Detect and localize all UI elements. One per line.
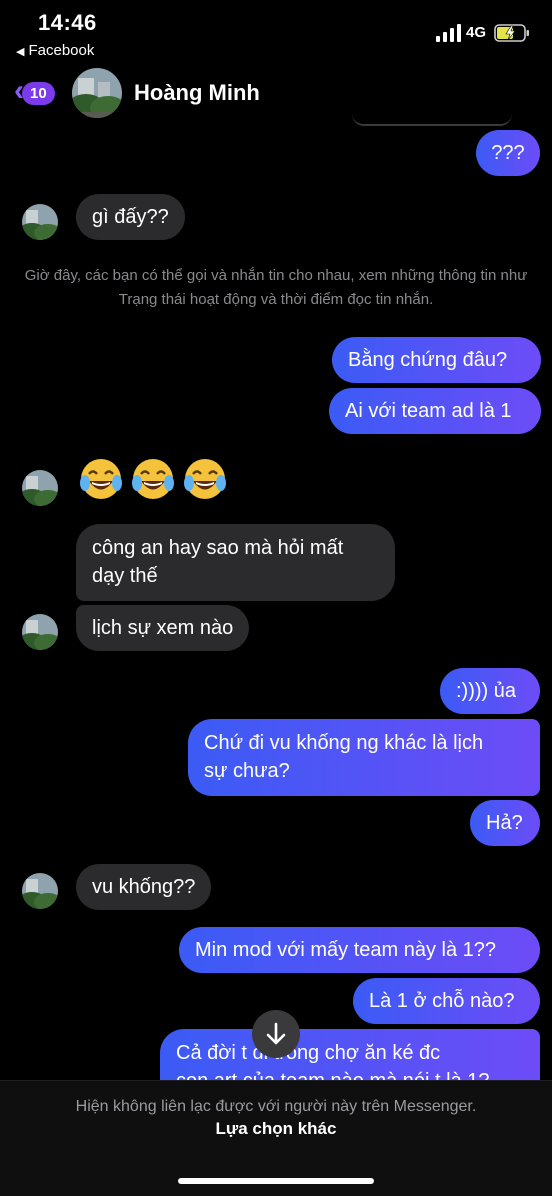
tears-of-joy-emoji-icon [184,459,226,499]
sender-avatar [22,204,58,240]
contact-name[interactable]: Hoàng Minh [134,80,260,106]
sender-avatar [22,470,58,506]
system-notice: Giờ đây, các bạn có thể gọi và nhắn tin … [24,267,528,308]
tears-of-joy-emoji-icon [80,459,122,499]
message-bubble[interactable]: Là 1 ở chỗ nào? [353,978,540,1024]
back-button[interactable]: ‹ 10 [14,76,66,108]
other-options-button[interactable]: Lựa chọn khác [0,1119,552,1139]
message-bubble[interactable]: vu khống?? [76,864,212,910]
battery-charging-icon [494,24,529,42]
network-label: 4G [466,24,487,41]
back-to-app-link[interactable]: ◀ Facebook [16,42,94,59]
message-bubble[interactable]: lịch sự xem nào [76,605,250,651]
contact-avatar[interactable] [72,68,122,118]
message-bubble[interactable]: Ai với team ad là 1 [329,388,541,434]
message-bubble[interactable]: công an hay sao mà hỏi mất dạy thế [76,524,395,601]
message-bubble[interactable]: Chứ đi vu khống ng khác là lịch sự chưa? [188,719,540,796]
scroll-to-bottom-button[interactable] [252,1010,300,1058]
unread-count-badge: 10 [22,81,55,105]
status-time: 14:46 [38,10,97,35]
message-line: Chứ đi vu khống ng khác là lịch [204,732,484,754]
sender-avatar [22,614,58,650]
message-bubble[interactable]: Hả? [470,800,540,846]
message-line: dạy thế [92,565,158,587]
unavailable-notice: Hiện không liên lạc được với người này t… [75,1098,477,1115]
arrow-down-icon [266,1022,286,1045]
message-line: sự chưa? [204,760,290,782]
message-bubble[interactable]: ??? [476,130,540,176]
message-bubble[interactable]: gì đấy?? [76,194,185,240]
tears-of-joy-emoji-icon [132,459,174,499]
message-line: công an hay sao mà hỏi mất [92,537,344,559]
signal-icon [436,24,461,42]
message-line: Cả đời t đi trong chợ ăn ké đc [176,1042,441,1064]
message-bubble[interactable]: Bằng chứng đâu? [332,337,541,383]
back-triangle-icon: ◀ [16,46,25,58]
message-bubble[interactable]: Min mod với mấy team này là 1?? [179,927,540,973]
sender-avatar [22,873,58,909]
home-indicator[interactable] [178,1178,374,1184]
emoji-message[interactable] [76,456,236,504]
clipped-bubble-edge [352,114,512,126]
message-bubble[interactable]: :)))) ủa [440,668,540,714]
back-app-label: Facebook [28,42,95,59]
